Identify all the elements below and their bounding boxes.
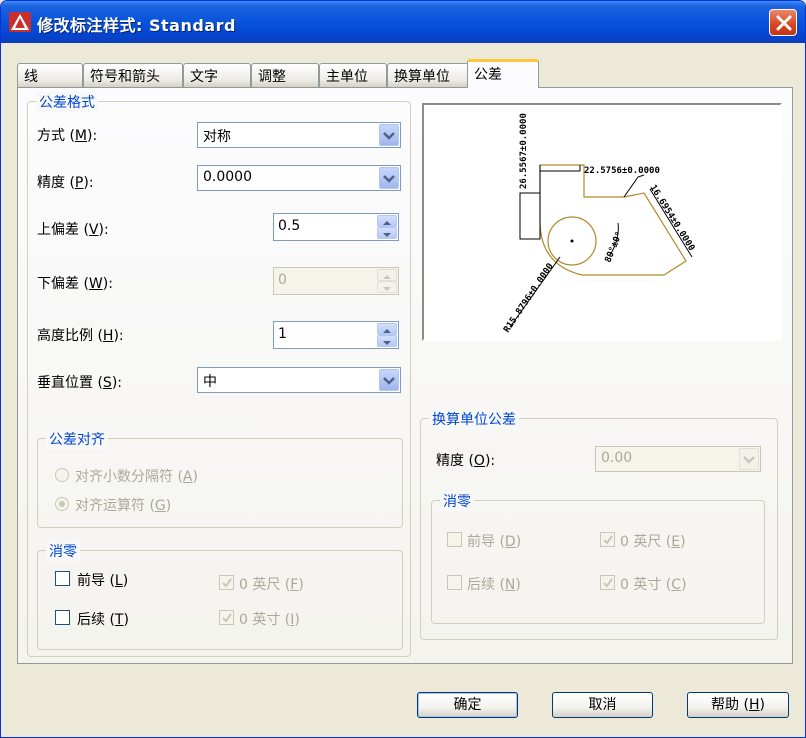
alt-trailing-label: 后续 (N)	[467, 577, 521, 593]
align-operator-radio[interactable]	[55, 497, 69, 511]
cancel-button[interactable]: 取消	[552, 692, 653, 718]
lower-value-label: 下偏差 (W):	[37, 276, 113, 292]
upper-value-spinner[interactable]: 0.5	[273, 213, 399, 241]
preview-dim-top: 22.5756±0.0000	[584, 166, 660, 176]
alt-feet-label: 0 英尺 (E)	[620, 534, 686, 550]
chevron-down-icon[interactable]	[379, 369, 399, 391]
tab-tolerances[interactable]: 公差	[467, 59, 539, 88]
checkmark-icon	[603, 535, 613, 545]
method-label: 方式 (M):	[37, 128, 98, 144]
alt-precision-label: 精度 (O):	[436, 453, 496, 469]
trailing-zero-checkbox[interactable]	[55, 610, 70, 625]
height-scale-label: 高度比例 (H):	[37, 328, 124, 344]
close-icon	[776, 15, 792, 31]
checkmark-icon	[222, 578, 232, 588]
alt-leading-checkbox[interactable]	[447, 532, 462, 547]
close-button[interactable]	[769, 9, 797, 36]
method-select[interactable]: 对称	[197, 122, 401, 148]
preview-dim-angle: 80°±0°	[604, 230, 625, 264]
height-scale-spinner[interactable]: 1	[273, 321, 399, 349]
window-title: 修改标注样式: Standard	[37, 16, 236, 35]
alt-precision-select[interactable]: 0.00	[595, 446, 761, 472]
alt-inches-checkbox[interactable]	[600, 575, 615, 590]
zero-suppression-title: 消零	[46, 541, 80, 561]
spin-down-icon[interactable]	[377, 281, 397, 293]
vertical-position-label: 垂直位置 (S):	[37, 375, 122, 391]
ok-button[interactable]: 确定	[417, 692, 518, 718]
precision-select[interactable]: 0.0000	[197, 165, 401, 191]
preview-pane: 22.5756±0.0000 26.5567±0.0000 16.6954±0.…	[422, 103, 782, 341]
zero-feet-label: 0 英尺 (F)	[239, 577, 304, 593]
tolerance-alignment-title: 公差对齐	[46, 429, 108, 449]
alt-inches-label: 0 英寸 (C)	[620, 577, 687, 593]
checkmark-icon	[222, 613, 232, 623]
trailing-zero-label: 后续 (T)	[77, 612, 129, 628]
align-decimal-label: 对齐小数分隔符 (A)	[75, 469, 198, 485]
leading-zero-label: 前导 (L)	[77, 573, 129, 589]
preview-drawing: 22.5756±0.0000 26.5567±0.0000 16.6954±0.…	[502, 113, 696, 335]
leading-zero-checkbox[interactable]	[55, 571, 70, 586]
tab-symbols-arrows[interactable]: 符号和箭头	[83, 63, 183, 87]
align-operator-label: 对齐运算符 (G)	[75, 498, 172, 514]
chevron-down-icon[interactable]	[379, 124, 399, 146]
spin-down-icon[interactable]	[377, 335, 397, 347]
spin-up-icon[interactable]	[377, 215, 397, 227]
precision-label: 精度 (P):	[37, 175, 94, 191]
alt-leading-label: 前导 (D)	[467, 534, 522, 550]
preview-dim-bottom: R15.8796±0.0000	[502, 262, 556, 335]
title-bar[interactable]: 修改标注样式: Standard	[1, 1, 805, 43]
dialog-window: 修改标注样式: Standard 线 符号和箭头 文字 调整 主单位 换算单位 …	[0, 0, 806, 738]
tab-primary-units[interactable]: 主单位	[319, 63, 387, 87]
tab-alternate-units[interactable]: 换算单位	[387, 63, 469, 87]
zero-suppression-group: 消零	[37, 541, 403, 650]
chevron-down-icon[interactable]	[379, 167, 399, 189]
alt-zero-suppression-title: 消零	[440, 491, 474, 511]
alt-feet-checkbox[interactable]	[600, 532, 615, 547]
spin-up-icon[interactable]	[377, 269, 397, 281]
zero-inches-label: 0 英寸 (I)	[239, 612, 300, 628]
checkmark-icon	[603, 578, 613, 588]
preview-dim-right: 16.6954±0.0000	[647, 183, 696, 253]
alt-trailing-checkbox[interactable]	[447, 575, 462, 590]
lower-value-spinner[interactable]: 0	[273, 267, 399, 295]
tab-text[interactable]: 文字	[183, 63, 251, 87]
tab-fit[interactable]: 调整	[251, 63, 319, 87]
tolerance-format-title: 公差格式	[36, 92, 98, 112]
alt-zero-suppression-group: 消零	[431, 491, 765, 624]
chevron-down-icon[interactable]	[739, 448, 759, 470]
align-decimal-radio[interactable]	[55, 468, 69, 482]
help-button[interactable]: 帮助 (H)	[687, 692, 789, 718]
preview-dim-left: 26.5567±0.0000	[519, 113, 529, 189]
zero-inches-checkbox[interactable]	[219, 610, 234, 625]
alt-unit-tolerance-title: 换算单位公差	[429, 409, 519, 429]
upper-value-label: 上偏差 (V):	[37, 222, 109, 238]
vertical-position-select[interactable]: 中	[197, 367, 401, 393]
zero-feet-checkbox[interactable]	[219, 575, 234, 590]
spin-down-icon[interactable]	[377, 227, 397, 239]
spin-up-icon[interactable]	[377, 323, 397, 335]
tab-lines[interactable]: 线	[17, 63, 83, 87]
autocad-app-icon	[9, 12, 31, 32]
